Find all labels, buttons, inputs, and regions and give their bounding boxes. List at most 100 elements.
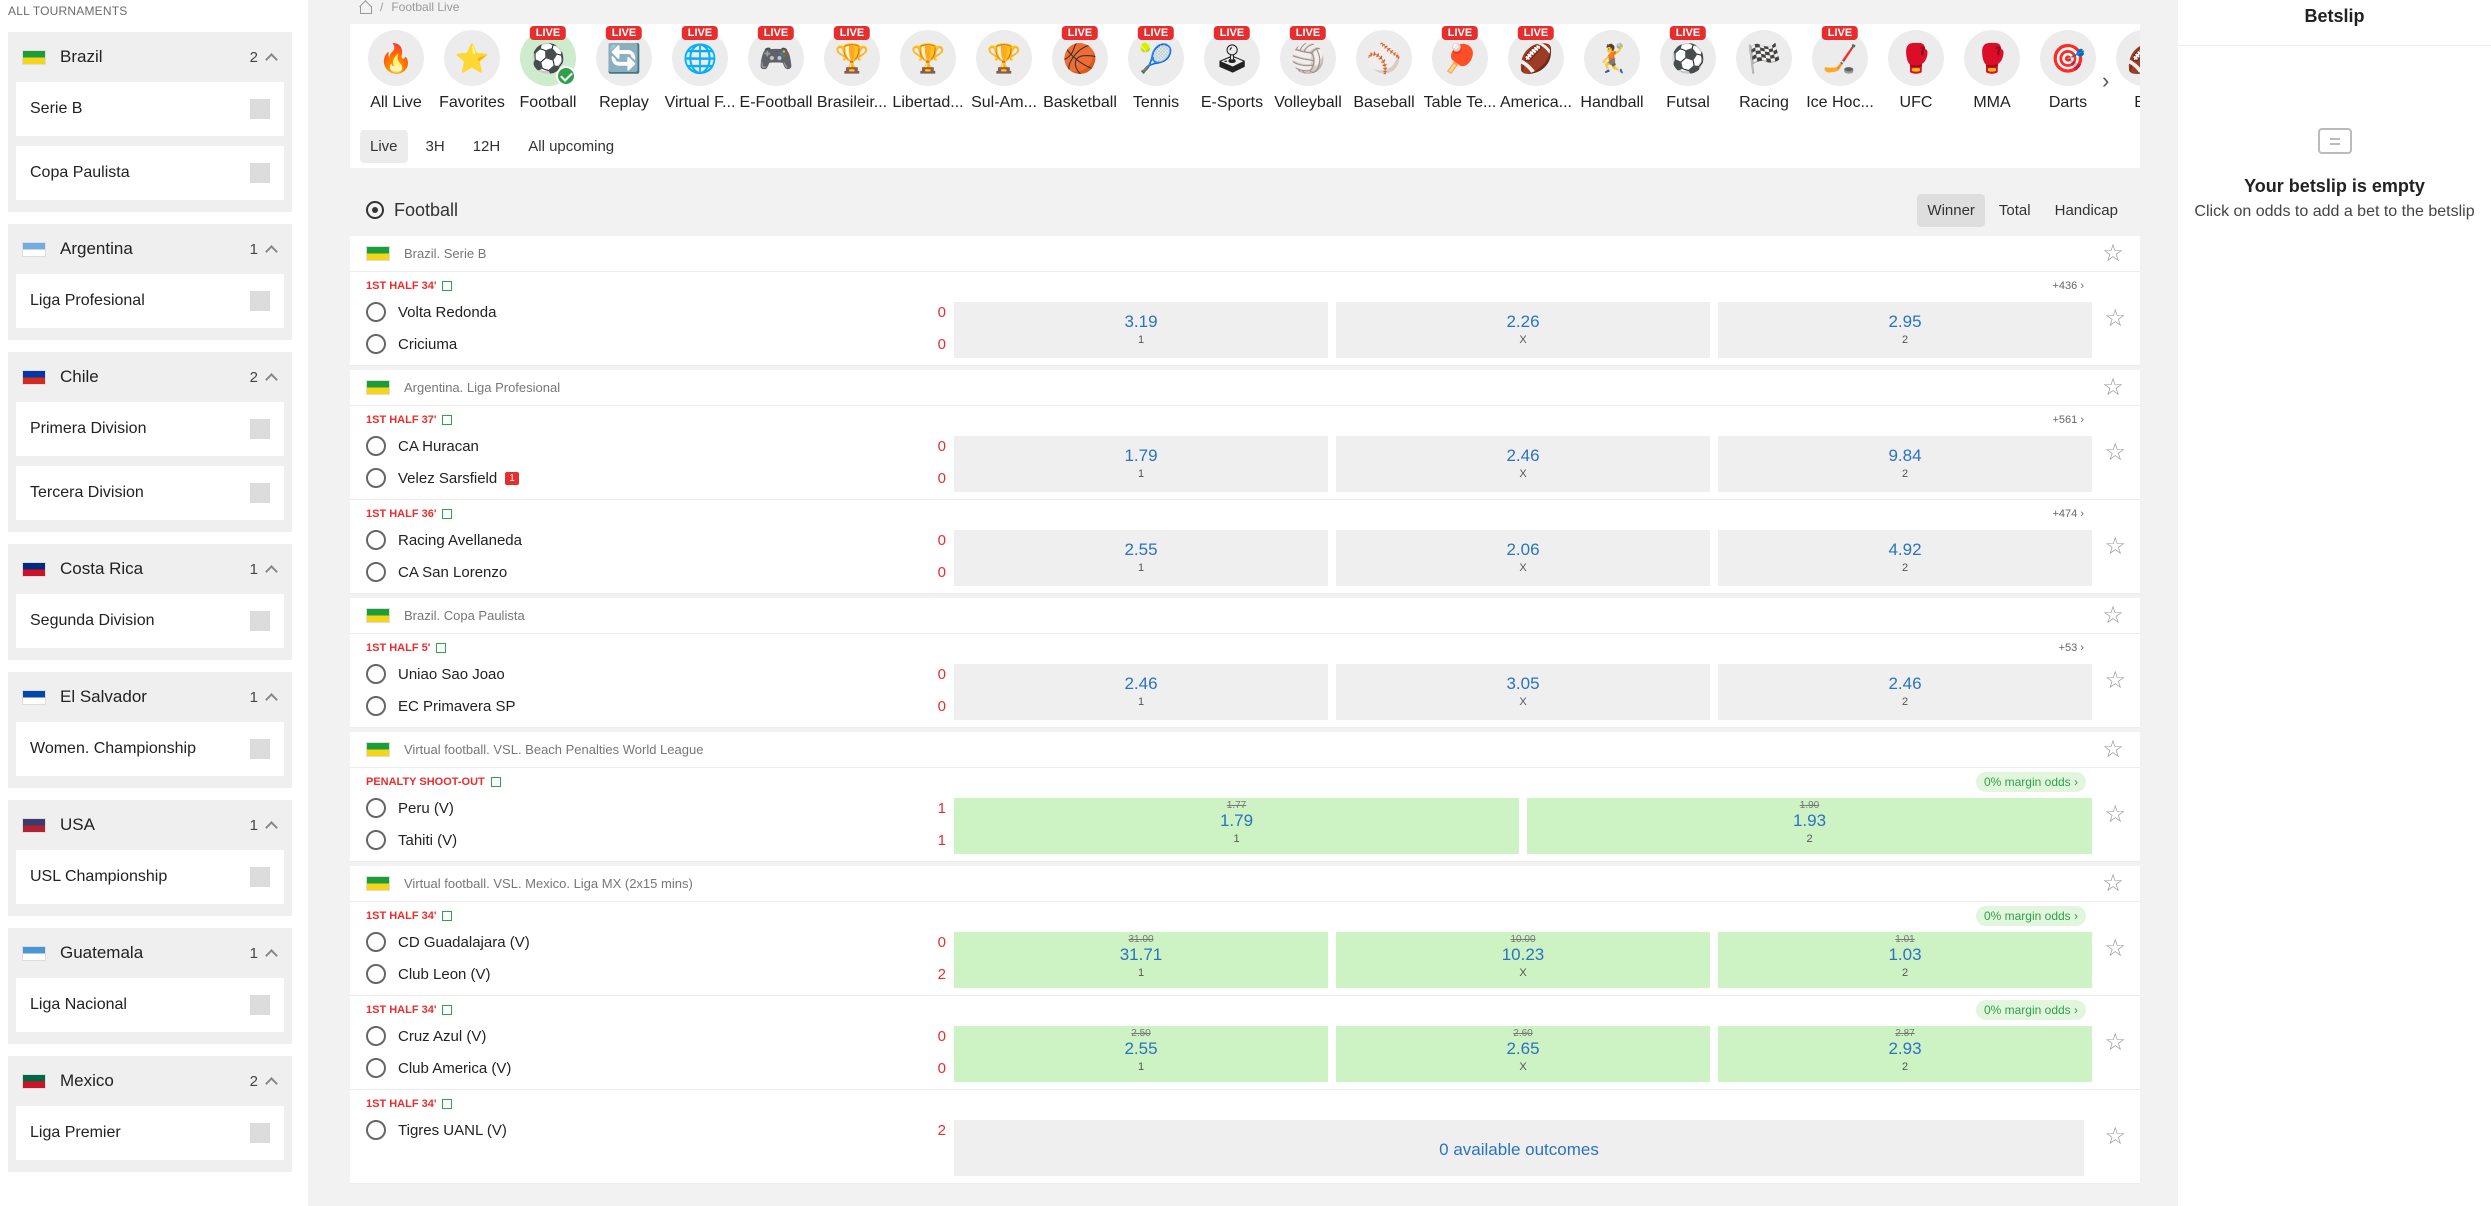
favorite-star-icon[interactable]: ☆	[2100, 374, 2126, 401]
match-row[interactable]: 1ST HALF 34' 0% margin odds › Cruz Azul (V…	[350, 996, 2140, 1090]
odds-button[interactable]: 3.05 X	[1336, 664, 1710, 720]
time-filter-button[interactable]: All upcoming	[518, 130, 624, 163]
sport-tab[interactable]: 🏐 LIVE Volleyball	[1270, 26, 1346, 112]
league-checkbox[interactable]	[250, 419, 270, 439]
country-header[interactable]: El Salvador 1	[8, 672, 292, 722]
favorite-star-icon[interactable]: ☆	[2104, 532, 2126, 561]
favorite-star-icon[interactable]: ☆	[2104, 304, 2126, 333]
more-markets-link[interactable]: +561 ›	[2053, 414, 2085, 426]
favorite-star-icon[interactable]: ☆	[2104, 666, 2126, 695]
margin-badge[interactable]: 0% margin odds ›	[1975, 772, 2086, 792]
country-header[interactable]: Costa Rica 1	[8, 544, 292, 594]
market-tab[interactable]: Handicap	[2045, 194, 2128, 227]
odds-button[interactable]: 2.55 1	[954, 530, 1328, 586]
odds-button[interactable]: 2.26 X	[1336, 302, 1710, 358]
sport-tab[interactable]: 🏈 Bo	[2106, 30, 2140, 112]
sport-tab[interactable]: ⚽ LIVE Football	[510, 26, 586, 112]
match-row[interactable]: PENALTY SHOOT-OUT 0% margin odds › Peru (V…	[350, 768, 2140, 862]
league-checkbox[interactable]	[250, 483, 270, 503]
chevron-up-icon[interactable]	[264, 690, 278, 704]
more-markets-link[interactable]: +474 ›	[2053, 508, 2085, 520]
favorite-star-icon[interactable]: ☆	[2104, 438, 2126, 467]
country-header[interactable]: Guatemala 1	[8, 928, 292, 978]
sport-tab[interactable]: ⭐ Favorites	[434, 30, 510, 112]
odds-button[interactable]: 1.77 1.79 1	[954, 798, 1519, 854]
market-tab[interactable]: Total	[1989, 194, 2041, 227]
chevron-up-icon[interactable]	[264, 562, 278, 576]
league-checkbox[interactable]	[250, 99, 270, 119]
odds-button[interactable]: 1.90 1.93 2	[1527, 798, 2092, 854]
odds-button[interactable]: 3.19 1	[954, 302, 1328, 358]
favorite-star-icon[interactable]: ☆	[2100, 602, 2126, 629]
country-header[interactable]: Brazil 2	[8, 32, 292, 82]
league-item[interactable]: Segunda Division	[16, 594, 284, 648]
odds-button[interactable]: 2.46 X	[1336, 436, 1710, 492]
sport-tab[interactable]: 🎮 LIVE E-Football	[738, 26, 814, 112]
league-item[interactable]: Serie B	[16, 82, 284, 136]
match-row[interactable]: 1ST HALF 34' +436 › Volta Redonda 0 Criciuma…	[350, 272, 2140, 366]
league-item[interactable]: Liga Profesional	[16, 274, 284, 328]
time-filter-button[interactable]: 3H	[416, 130, 455, 163]
league-item[interactable]: Copa Paulista	[16, 146, 284, 200]
chevron-up-icon[interactable]	[264, 242, 278, 256]
league-checkbox[interactable]	[250, 163, 270, 183]
sport-tab[interactable]: 🕹 LIVE E-Sports	[1194, 26, 1270, 112]
margin-badge[interactable]: 0% margin odds ›	[1975, 906, 2086, 926]
favorite-star-icon[interactable]: ☆	[2100, 240, 2126, 267]
odds-button[interactable]: 2.50 2.55 1	[954, 1026, 1328, 1082]
sport-tab[interactable]: 🎯 Darts	[2030, 30, 2106, 112]
league-item[interactable]: Tercera Division	[16, 466, 284, 520]
odds-button[interactable]: 10.00 10.23 X	[1336, 932, 1710, 988]
country-header[interactable]: Argentina 1	[8, 224, 292, 274]
country-header[interactable]: USA 1	[8, 800, 292, 850]
odds-button[interactable]: 1.79 1	[954, 436, 1328, 492]
league-item[interactable]: Liga Nacional	[16, 978, 284, 1032]
odds-button[interactable]: 2.46 1	[954, 664, 1328, 720]
league-checkbox[interactable]	[250, 291, 270, 311]
sport-tab[interactable]: 🤾 Handball	[1574, 30, 1650, 112]
league-item[interactable]: USL Championship	[16, 850, 284, 904]
sport-tab[interactable]: 🌐 LIVE Virtual F...	[662, 26, 738, 112]
league-checkbox[interactable]	[250, 867, 270, 887]
chevron-right-icon[interactable]: ›	[2102, 68, 2109, 94]
league-checkbox[interactable]	[250, 995, 270, 1015]
odds-button[interactable]: 2.06 X	[1336, 530, 1710, 586]
odds-button[interactable]: 1.01 1.03 2	[1718, 932, 2092, 988]
favorite-star-icon[interactable]: ☆	[2104, 800, 2126, 829]
time-filter-button[interactable]: 12H	[463, 130, 511, 163]
league-item[interactable]: Liga Premier	[16, 1106, 284, 1160]
sport-tab[interactable]: 🏓 LIVE Table Te...	[1422, 26, 1498, 112]
favorite-star-icon[interactable]: ☆	[2100, 870, 2126, 897]
match-row[interactable]: 1ST HALF 5' +53 › Uniao Sao Joao 0 EC Primav…	[350, 634, 2140, 728]
sport-tab[interactable]: 🎾 LIVE Tennis	[1118, 26, 1194, 112]
more-markets-link[interactable]: +53 ›	[2059, 642, 2084, 654]
sport-tab[interactable]: ⚽ LIVE Futsal	[1650, 26, 1726, 112]
sport-tab[interactable]: 🏀 LIVE Basketball	[1042, 26, 1118, 112]
match-row[interactable]: 1ST HALF 34' 0% margin odds › CD Guadalaja…	[350, 902, 2140, 996]
sport-tab[interactable]: 🏆 LIVE Brasileir...	[814, 26, 890, 112]
favorite-star-icon[interactable]: ☆	[2104, 1122, 2126, 1151]
favorite-star-icon[interactable]: ☆	[2104, 934, 2126, 963]
country-header[interactable]: Mexico 2	[8, 1056, 292, 1106]
match-row[interactable]: 1ST HALF 34' Tigres UANL (V) 2 0 available …	[350, 1090, 2140, 1184]
odds-button[interactable]: 4.92 2	[1718, 530, 2092, 586]
sport-tab[interactable]: 🏈 LIVE America...	[1498, 26, 1574, 112]
odds-button[interactable]: 2.60 2.65 X	[1336, 1026, 1710, 1082]
sport-tab[interactable]: 🔥 All Live	[358, 30, 434, 112]
match-row[interactable]: 1ST HALF 36' +474 › Racing Avellaneda 0 CA S…	[350, 500, 2140, 594]
odds-button[interactable]: 9.84 2	[1718, 436, 2092, 492]
league-item[interactable]: Primera Division	[16, 402, 284, 456]
favorite-star-icon[interactable]: ☆	[2100, 736, 2126, 763]
chevron-up-icon[interactable]	[264, 50, 278, 64]
league-checkbox[interactable]	[250, 739, 270, 759]
league-checkbox[interactable]	[250, 1123, 270, 1143]
chevron-up-icon[interactable]	[264, 818, 278, 832]
sport-tab[interactable]: 🏆 Libertad...	[890, 30, 966, 112]
match-row[interactable]: 1ST HALF 37' +561 › CA Huracan 0 Velez Sarsf…	[350, 406, 2140, 500]
margin-badge[interactable]: 0% margin odds ›	[1975, 1000, 2086, 1020]
odds-button[interactable]: 2.95 2	[1718, 302, 2092, 358]
league-checkbox[interactable]	[250, 611, 270, 631]
chevron-up-icon[interactable]	[264, 370, 278, 384]
time-filter-button[interactable]: Live	[360, 129, 408, 163]
odds-button[interactable]: 31.00 31.71 1	[954, 932, 1328, 988]
